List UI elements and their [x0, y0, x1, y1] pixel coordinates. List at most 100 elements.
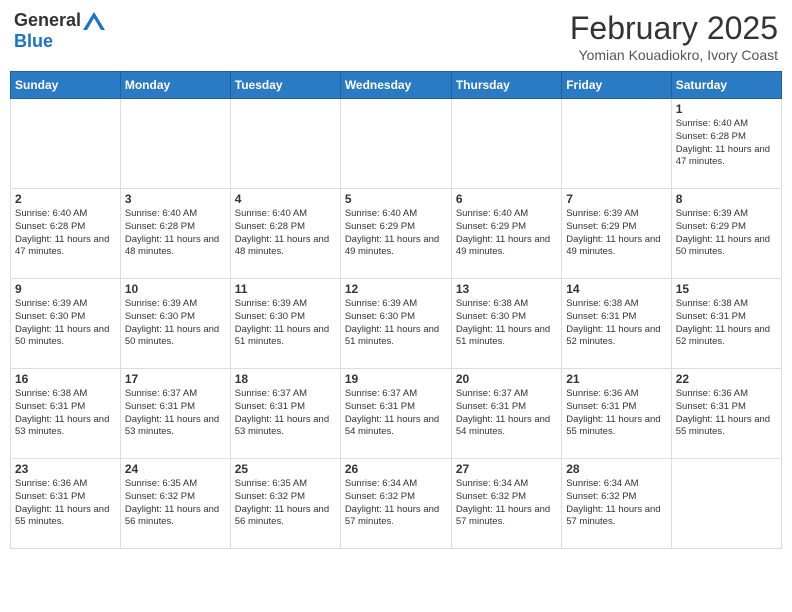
day-number: 2: [15, 192, 116, 206]
day-cell: 2 Sunrise: 6:40 AM Sunset: 6:28 PM Daylig…: [11, 189, 121, 279]
month-year: February 2025: [570, 10, 778, 47]
day-cell: 14 Sunrise: 6:38 AM Sunset: 6:31 PM Dayli…: [562, 279, 671, 369]
day-info: Sunrise: 6:39 AM Sunset: 6:30 PM Dayligh…: [125, 298, 226, 349]
day-info: Sunrise: 6:36 AM Sunset: 6:31 PM Dayligh…: [566, 388, 666, 439]
day-number: 27: [456, 462, 557, 476]
day-cell: 7Sunrise: 6:39 AM Sunset: 6:29 PM Daylig…: [562, 189, 671, 279]
weekday-header-tuesday: Tuesday: [230, 72, 340, 99]
day-cell: 19Sunrise: 6:37 AM Sunset: 6:31 PM Dayli…: [340, 369, 451, 459]
location: Yomian Kouadiokro, Ivory Coast: [570, 47, 778, 63]
day-cell: 23Sunrise: 6:36 AM Sunset: 6:31 PM Dayli…: [11, 459, 121, 549]
day-info: Sunrise: 6:39 AM Sunset: 6:30 PM Dayligh…: [15, 298, 116, 349]
week-row-1: 1 Sunrise: 6:40 AM Sunset: 6:28 PM Daylig…: [11, 99, 782, 189]
day-cell: [120, 99, 230, 189]
week-row-4: 16 Sunrise: 6:38 AM Sunset: 6:31 PM Dayli…: [11, 369, 782, 459]
day-cell: 17 Sunrise: 6:37 AM Sunset: 6:31 PM Dayli…: [120, 369, 230, 459]
day-number: 21: [566, 372, 666, 386]
weekday-header-monday: Monday: [120, 72, 230, 99]
day-cell: 26 Sunrise: 6:34 AM Sunset: 6:32 PM Dayli…: [340, 459, 451, 549]
week-row-2: 2 Sunrise: 6:40 AM Sunset: 6:28 PM Daylig…: [11, 189, 782, 279]
day-number: 11: [235, 282, 336, 296]
day-cell: [562, 99, 671, 189]
day-number: 20: [456, 372, 557, 386]
day-cell: 8 Sunrise: 6:39 AM Sunset: 6:29 PM Daylig…: [671, 189, 781, 279]
day-info: Sunrise: 6:40 AM Sunset: 6:28 PM Dayligh…: [676, 118, 777, 169]
day-info: Sunrise: 6:38 AM Sunset: 6:31 PM Dayligh…: [676, 298, 777, 349]
day-number: 14: [566, 282, 666, 296]
day-info: Sunrise: 6:40 AM Sunset: 6:28 PM Dayligh…: [125, 208, 226, 259]
weekday-header-friday: Friday: [562, 72, 671, 99]
day-info: Sunrise: 6:34 AM Sunset: 6:32 PM Dayligh…: [345, 478, 447, 529]
day-number: 8: [676, 192, 777, 206]
day-number: 10: [125, 282, 226, 296]
title-block: February 2025 Yomian Kouadiokro, Ivory C…: [570, 10, 778, 63]
day-info: Sunrise: 6:35 AM Sunset: 6:32 PM Dayligh…: [125, 478, 226, 529]
day-number: 28: [566, 462, 666, 476]
day-number: 25: [235, 462, 336, 476]
day-cell: 11 Sunrise: 6:39 AM Sunset: 6:30 PM Dayli…: [230, 279, 340, 369]
day-info: Sunrise: 6:34 AM Sunset: 6:32 PM Dayligh…: [566, 478, 666, 529]
day-info: Sunrise: 6:38 AM Sunset: 6:31 PM Dayligh…: [566, 298, 666, 349]
day-info: Sunrise: 6:40 AM Sunset: 6:28 PM Dayligh…: [15, 208, 116, 259]
day-cell: 4 Sunrise: 6:40 AM Sunset: 6:28 PM Daylig…: [230, 189, 340, 279]
day-number: 1: [676, 102, 777, 116]
day-info: Sunrise: 6:38 AM Sunset: 6:31 PM Dayligh…: [15, 388, 116, 439]
logo-general-text: General: [14, 10, 81, 31]
day-cell: [671, 459, 781, 549]
day-number: 24: [125, 462, 226, 476]
day-number: 9: [15, 282, 116, 296]
week-row-5: 23Sunrise: 6:36 AM Sunset: 6:31 PM Dayli…: [11, 459, 782, 549]
day-cell: 13Sunrise: 6:38 AM Sunset: 6:30 PM Dayli…: [451, 279, 561, 369]
day-number: 18: [235, 372, 336, 386]
weekday-header-saturday: Saturday: [671, 72, 781, 99]
day-number: 7: [566, 192, 666, 206]
day-info: Sunrise: 6:36 AM Sunset: 6:31 PM Dayligh…: [15, 478, 116, 529]
day-info: Sunrise: 6:39 AM Sunset: 6:30 PM Dayligh…: [235, 298, 336, 349]
day-cell: 3 Sunrise: 6:40 AM Sunset: 6:28 PM Daylig…: [120, 189, 230, 279]
day-cell: 28 Sunrise: 6:34 AM Sunset: 6:32 PM Dayli…: [562, 459, 671, 549]
day-number: 5: [345, 192, 447, 206]
day-info: Sunrise: 6:37 AM Sunset: 6:31 PM Dayligh…: [345, 388, 447, 439]
day-cell: 5 Sunrise: 6:40 AM Sunset: 6:29 PM Daylig…: [340, 189, 451, 279]
day-cell: 27Sunrise: 6:34 AM Sunset: 6:32 PM Dayli…: [451, 459, 561, 549]
logo: General Blue: [14, 10, 105, 52]
weekday-header-wednesday: Wednesday: [340, 72, 451, 99]
day-info: Sunrise: 6:39 AM Sunset: 6:29 PM Dayligh…: [676, 208, 777, 259]
day-cell: 16 Sunrise: 6:38 AM Sunset: 6:31 PM Dayli…: [11, 369, 121, 459]
day-cell: [451, 99, 561, 189]
day-info: Sunrise: 6:37 AM Sunset: 6:31 PM Dayligh…: [456, 388, 557, 439]
week-row-3: 9 Sunrise: 6:39 AM Sunset: 6:30 PM Daylig…: [11, 279, 782, 369]
weekday-header-sunday: Sunday: [11, 72, 121, 99]
day-number: 16: [15, 372, 116, 386]
day-cell: 25 Sunrise: 6:35 AM Sunset: 6:32 PM Dayli…: [230, 459, 340, 549]
day-cell: 12 Sunrise: 6:39 AM Sunset: 6:30 PM Dayli…: [340, 279, 451, 369]
day-info: Sunrise: 6:37 AM Sunset: 6:31 PM Dayligh…: [125, 388, 226, 439]
day-number: 4: [235, 192, 336, 206]
day-number: 6: [456, 192, 557, 206]
day-info: Sunrise: 6:40 AM Sunset: 6:29 PM Dayligh…: [345, 208, 447, 259]
day-number: 22: [676, 372, 777, 386]
day-cell: [230, 99, 340, 189]
day-cell: 15 Sunrise: 6:38 AM Sunset: 6:31 PM Dayli…: [671, 279, 781, 369]
day-cell: [340, 99, 451, 189]
logo-icon: [83, 12, 105, 30]
day-info: Sunrise: 6:35 AM Sunset: 6:32 PM Dayligh…: [235, 478, 336, 529]
day-cell: 22Sunrise: 6:36 AM Sunset: 6:31 PM Dayli…: [671, 369, 781, 459]
day-info: Sunrise: 6:40 AM Sunset: 6:29 PM Dayligh…: [456, 208, 557, 259]
logo-blue-text: Blue: [14, 31, 53, 52]
day-cell: [11, 99, 121, 189]
day-number: 13: [456, 282, 557, 296]
day-cell: 21 Sunrise: 6:36 AM Sunset: 6:31 PM Dayli…: [562, 369, 671, 459]
day-number: 3: [125, 192, 226, 206]
day-cell: 1 Sunrise: 6:40 AM Sunset: 6:28 PM Daylig…: [671, 99, 781, 189]
day-cell: 18Sunrise: 6:37 AM Sunset: 6:31 PM Dayli…: [230, 369, 340, 459]
day-number: 26: [345, 462, 447, 476]
day-info: Sunrise: 6:40 AM Sunset: 6:28 PM Dayligh…: [235, 208, 336, 259]
day-number: 15: [676, 282, 777, 296]
day-info: Sunrise: 6:39 AM Sunset: 6:30 PM Dayligh…: [345, 298, 447, 349]
calendar-table: SundayMondayTuesdayWednesdayThursdayFrid…: [10, 71, 782, 549]
weekday-header-thursday: Thursday: [451, 72, 561, 99]
day-number: 17: [125, 372, 226, 386]
page-header: General Blue February 2025 Yomian Kouadi…: [10, 10, 782, 63]
day-number: 12: [345, 282, 447, 296]
